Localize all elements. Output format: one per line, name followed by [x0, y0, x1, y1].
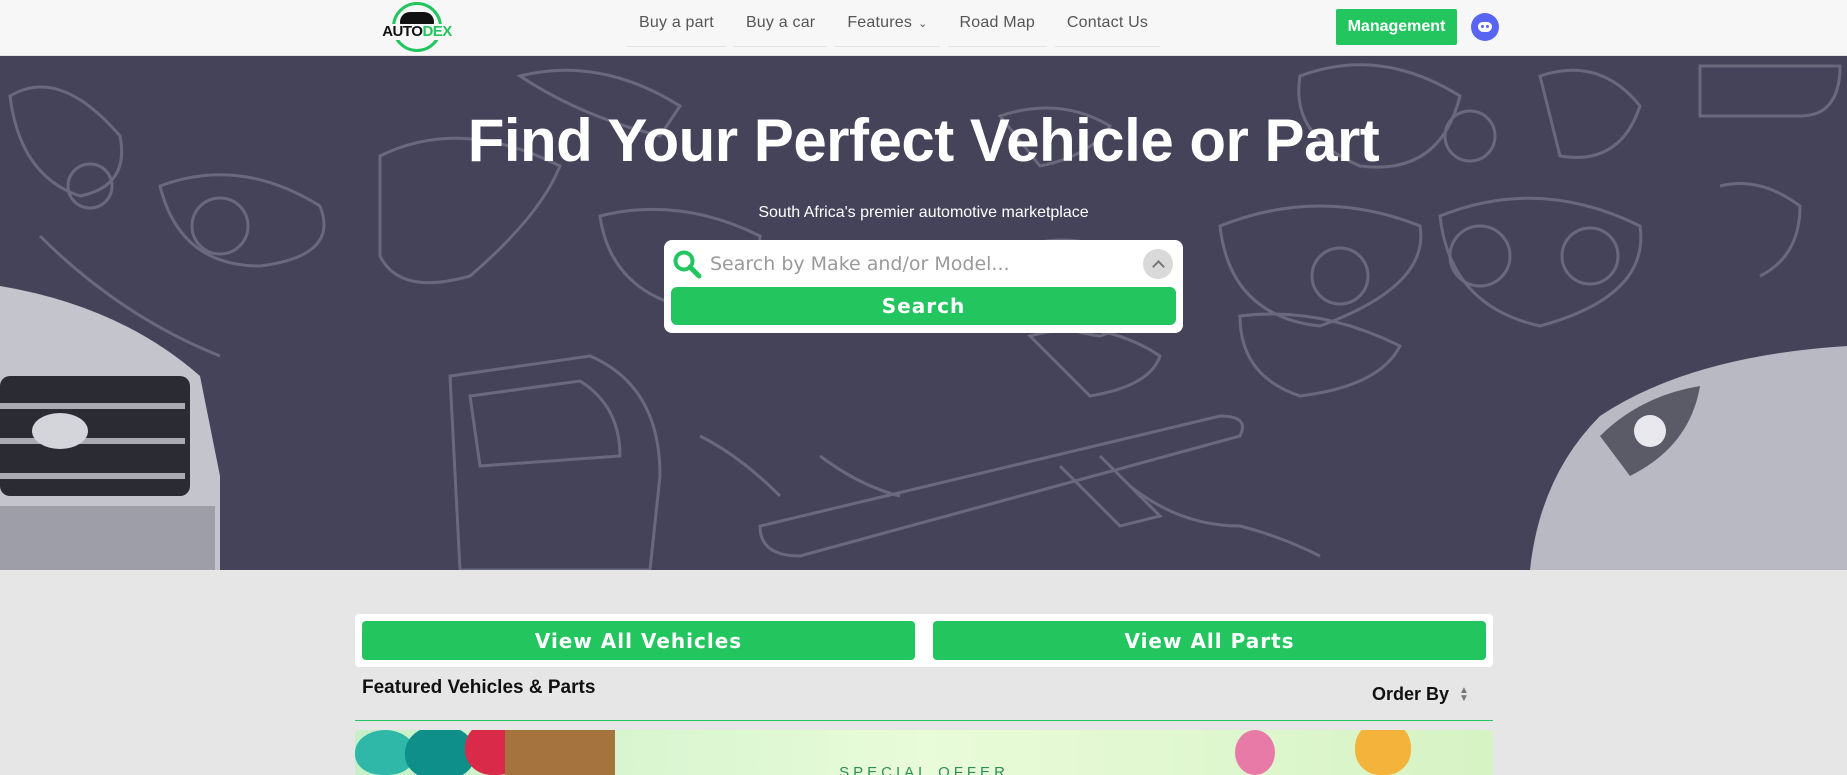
featured-section-title: Featured Vehicles & Parts — [362, 677, 596, 698]
view-all-parts-button[interactable]: View All Parts — [933, 621, 1486, 660]
section-divider — [355, 720, 1493, 721]
chevron-up-icon — [1151, 259, 1165, 273]
logo-wordmark: AUTODEX — [372, 24, 462, 40]
nav-features[interactable]: Features ⌄ — [835, 0, 940, 47]
nav-contact-us[interactable]: Contact Us — [1054, 0, 1161, 47]
search-input[interactable] — [710, 246, 1120, 282]
sort-icon: ▲ ▼ — [1459, 684, 1469, 704]
nav-road-map[interactable]: Road Map — [947, 0, 1047, 47]
main-nav: Buy a part Buy a car Features ⌄ Road Map … — [627, 0, 1168, 48]
banner-text: SPECIAL OFFER — [839, 764, 1009, 775]
hero-section: Find Your Perfect Vehicle or Part South … — [0, 56, 1847, 570]
hero-subtitle: South Africa's premier automotive market… — [758, 204, 1089, 221]
search-icon — [673, 250, 702, 279]
chevron-down-icon: ⌄ — [918, 18, 928, 30]
collapse-search-button[interactable] — [1143, 249, 1173, 279]
special-offer-banner[interactable]: SPECIAL OFFER — [355, 730, 1493, 775]
top-navbar: AUTODEX Buy a part Buy a car Features ⌄ R… — [0, 0, 1847, 56]
order-by-label: Order By — [1372, 684, 1450, 704]
search-panel: Search — [664, 240, 1183, 333]
discord-icon[interactable] — [1471, 13, 1499, 41]
search-button[interactable]: Search — [671, 287, 1176, 325]
nav-buy-a-car[interactable]: Buy a car — [733, 0, 828, 47]
order-by-dropdown[interactable]: Order By ▲ ▼ — [1372, 684, 1469, 705]
management-button[interactable]: Management — [1336, 9, 1457, 45]
nav-buy-a-part[interactable]: Buy a part — [627, 0, 726, 47]
view-all-bar: View All Vehicles View All Parts — [355, 614, 1493, 667]
hero-title: Find Your Perfect Vehicle or Part — [467, 107, 1380, 174]
autodex-logo[interactable]: AUTODEX — [372, 2, 462, 52]
view-all-vehicles-button[interactable]: View All Vehicles — [362, 621, 915, 660]
